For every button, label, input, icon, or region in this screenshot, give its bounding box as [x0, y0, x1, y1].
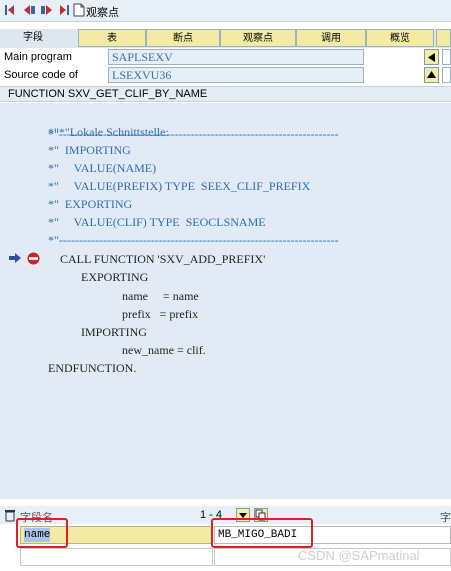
- tab-fields[interactable]: 字段: [0, 29, 66, 47]
- last-page-icon[interactable]: [56, 3, 70, 17]
- highlight-box-name: [16, 518, 68, 548]
- tab-breakpoints[interactable]: 断点: [146, 29, 220, 47]
- tab-strip: 字段 表 断点 观察点 调用 概览: [0, 29, 451, 48]
- code-line: *" VALUE(PREFIX) TYPE SEEX_CLIF_PREFIX: [48, 179, 311, 193]
- code-line-current: CALL FUNCTION 'SXV_ADD_PREFIX': [60, 252, 266, 266]
- watchpoint-label[interactable]: 观察点: [86, 4, 119, 20]
- code-line: new_name = clif.: [92, 343, 206, 357]
- arrow-left-icon: [427, 53, 435, 62]
- code-line: *"--------------------------------------…: [48, 233, 339, 247]
- code-line: EXPORTING: [66, 270, 149, 284]
- code-line: prefix = prefix: [92, 307, 199, 321]
- code-line: *" VALUE(NAME): [48, 161, 157, 175]
- source-code-label: Source code of: [4, 69, 78, 81]
- code-line: name = name: [92, 289, 199, 303]
- main-program-field: SAPLSEXV: [108, 49, 364, 65]
- highlight-box-value: [211, 518, 313, 548]
- tab-overview[interactable]: 概览: [366, 29, 434, 47]
- breakpoint-stop-icon[interactable]: [27, 252, 40, 268]
- trash-icon[interactable]: [4, 508, 16, 525]
- tab-more[interactable]: [436, 29, 451, 47]
- tab-watchpoints[interactable]: 观察点: [220, 29, 296, 47]
- tab-table[interactable]: 表: [78, 29, 146, 47]
- code-line: *" VALUE(CLIF) TYPE SEOCLSNAME: [48, 215, 266, 229]
- arrow-up-icon: [427, 71, 436, 78]
- first-page-icon[interactable]: [4, 3, 18, 17]
- scroll-left-button[interactable]: [424, 49, 439, 65]
- tab-calls[interactable]: 调用: [296, 29, 366, 47]
- code-line: *" EXPORTING: [48, 197, 133, 211]
- next-page-icon[interactable]: [40, 3, 54, 17]
- field-name-cell-empty[interactable]: [20, 548, 213, 566]
- code-line: IMPORTING: [66, 325, 147, 339]
- code-line: ENDFUNCTION.: [48, 361, 137, 375]
- current-line-arrow-icon: [8, 252, 22, 267]
- function-header: FUNCTION SXV_GET_CLIF_BY_NAME: [0, 86, 451, 102]
- scroll-up-button[interactable]: [424, 67, 439, 83]
- code-line: *" IMPORTING: [48, 143, 131, 157]
- prev-page-icon[interactable]: [22, 3, 36, 17]
- value-header: 字: [440, 512, 451, 524]
- document-icon[interactable]: [72, 3, 86, 17]
- side-field-2: [442, 67, 451, 83]
- debugger-toolbar: 观察点: [0, 0, 451, 22]
- source-code-area[interactable]: *"--------------------------------------…: [0, 103, 451, 499]
- watermark-text: CSDN @SAPmatinal: [298, 548, 420, 563]
- main-program-label: Main program: [4, 51, 72, 63]
- source-code-field: LSEXVU36: [108, 67, 364, 83]
- side-field: [442, 49, 451, 65]
- code-line: *"*"Lokale Schnittstelle:: [48, 125, 169, 139]
